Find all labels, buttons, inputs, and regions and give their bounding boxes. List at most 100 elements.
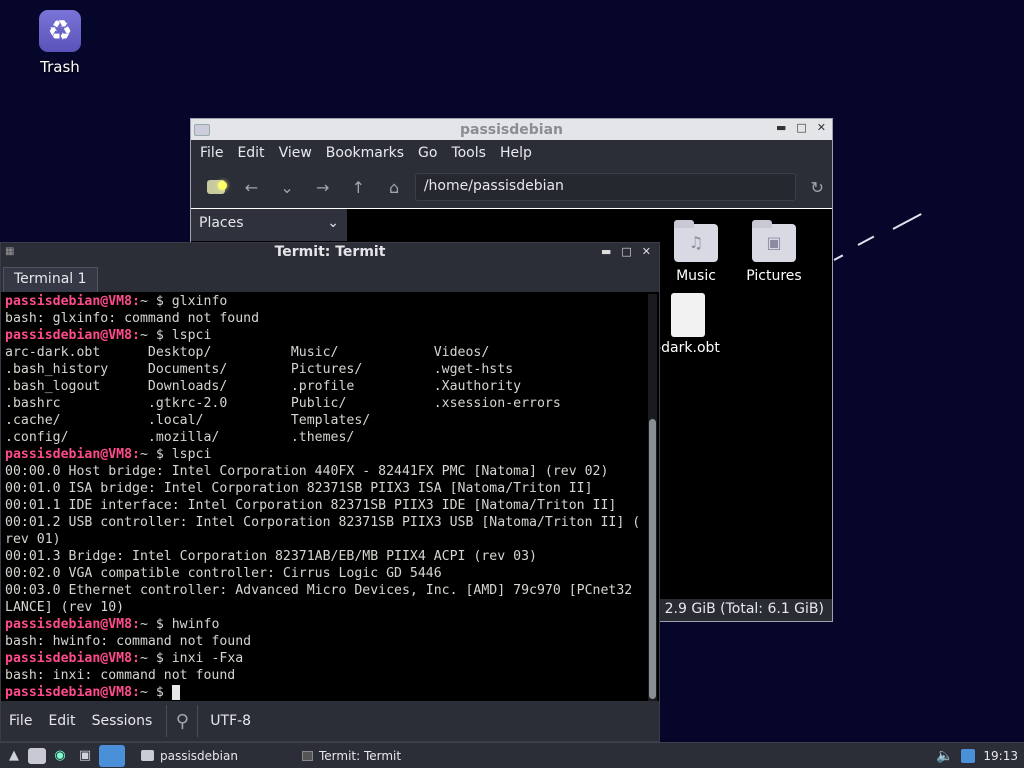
network-icon[interactable] (961, 748, 976, 763)
chevron-down-icon: ⌄ (280, 177, 294, 197)
terminal-line: 00:03.0 Ethernet controller: Advanced Mi… (5, 582, 643, 599)
search-button[interactable]: ⚲ (166, 705, 199, 737)
terminal-titlebar[interactable]: ▦ Termit: Termit ▬ □ ✕ (1, 243, 659, 264)
new-tab-button[interactable] (201, 172, 231, 202)
maximize-button[interactable]: □ (621, 245, 631, 258)
file-manager-launcher-icon[interactable] (28, 747, 46, 764)
reload-button[interactable]: ↻ (802, 172, 832, 202)
minimize-button[interactable]: ▬ (601, 245, 611, 258)
menu-edit[interactable]: Edit (230, 145, 271, 161)
home-icon: ⌂ (388, 177, 400, 197)
menubar: File Edit View Bookmarks Go Tools Help (191, 140, 832, 166)
tab-terminal-1[interactable]: Terminal 1 (3, 267, 98, 292)
terminal-line: 00:00.0 Host bridge: Intel Corporation 4… (5, 463, 643, 480)
terminal-line: passisdebian@VM8:~ $ lspci (5, 446, 643, 463)
task-label: Termit: Termit (318, 748, 402, 763)
terminal-line: 00:02.0 VGA compatible controller: Cirru… (5, 565, 643, 582)
system-tray: 🔈 19:13 (936, 748, 1024, 764)
terminal-line: bash: inxi: command not found (5, 667, 643, 684)
close-button[interactable]: ✕ (817, 121, 826, 134)
menu-help[interactable]: Help (493, 145, 539, 161)
terminal-line: 00:01.2 USB controller: Intel Corporatio… (5, 514, 643, 531)
terminal-line: passisdebian@VM8:~ $ (5, 684, 643, 701)
scrollbar-thumb[interactable] (649, 419, 656, 699)
terminal-output[interactable]: passisdebian@VM8: ~ $ glxinfo bash: glxinf… (1, 292, 647, 704)
wallpaper-line (857, 235, 875, 246)
terminal-line: bash: hwinfo: command not found (5, 633, 643, 650)
terminal-line: .config/ .mozilla/ .themes/ (5, 429, 643, 446)
line-text: ~ $ inxi -Fxa (139, 651, 244, 666)
workspace-switcher-icon[interactable] (99, 744, 125, 767)
app-menu-icon[interactable]: ▲ (3, 745, 25, 767)
menu-tools[interactable]: Tools (444, 145, 493, 161)
browser-launcher-icon[interactable]: ◉ (49, 745, 71, 767)
terminal-line: .bashrc .gtkrc-2.0 Public/ .xsession-err… (5, 395, 643, 412)
terminal-line: bash: glxinfo: command not found (5, 310, 643, 327)
task-terminal[interactable]: Termit: Termit (296, 745, 407, 767)
close-button[interactable]: ✕ (642, 245, 651, 258)
places-dropdown[interactable]: Places ⌄ (191, 209, 347, 241)
line-text: .bash_logout Downloads/ .profile .Xautho… (5, 379, 522, 394)
terminal-line: .bash_history Documents/ Pictures/ .wget… (5, 361, 643, 378)
line-text: 00:02.0 VGA compatible controller: Cirru… (5, 566, 442, 581)
prompt: passisdebian@VM8: (5, 447, 140, 462)
folder-item[interactable]: ♫ Music (651, 220, 741, 284)
prompt: passisdebian@VM8: (5, 328, 140, 343)
line-text: .config/ .mozilla/ .themes/ (5, 430, 355, 445)
terminal-line: 00:01.3 Bridge: Intel Corporation 82371A… (5, 548, 643, 565)
task-label: passisdebian (160, 748, 238, 763)
line-text: rev 01) (5, 532, 61, 547)
back-button[interactable]: ← (237, 172, 267, 202)
maximize-button[interactable]: □ (796, 121, 806, 134)
encoding-label[interactable]: UTF-8 (210, 713, 251, 729)
trash-icon: ♻ (39, 10, 81, 52)
line-text: LANCE] (rev 10) (5, 600, 125, 615)
line-text: ~ $ lspci (139, 328, 212, 343)
prompt: passisdebian@VM8: (5, 617, 140, 632)
menu-view[interactable]: View (272, 145, 319, 161)
search-icon: ⚲ (175, 710, 189, 732)
menu-edit[interactable]: Edit (40, 713, 83, 729)
address-bar[interactable]: /home/passisdebian (414, 173, 797, 201)
new-tab-icon (206, 180, 227, 194)
line-text: .cache/ .local/ Templates/ (5, 413, 371, 428)
menu-sessions[interactable]: Sessions (84, 713, 161, 729)
trash-label: Trash (40, 58, 80, 76)
terminal-menubar: File Edit Sessions ⚲ UTF-8 (1, 701, 659, 741)
item-label: Pictures (746, 268, 802, 284)
taskbar: ▲ ◉ ▣ passisdebian Termit: Termit 🔈 19:1… (0, 742, 1024, 768)
minimize-button[interactable]: ▬ (776, 121, 786, 134)
line-text: ~ $ hwinfo (139, 617, 220, 632)
terminal-line: 00:01.1 IDE interface: Intel Corporation… (5, 497, 643, 514)
menu-bookmarks[interactable]: Bookmarks (319, 145, 411, 161)
clock[interactable]: 19:13 (983, 749, 1018, 763)
arrow-right-icon: → (316, 177, 330, 197)
text-file-icon (671, 293, 705, 337)
window-title: Termit: Termit (274, 244, 386, 260)
wallpaper-line (892, 213, 922, 230)
up-button[interactable]: ↑ (344, 172, 374, 202)
menu-file[interactable]: File (1, 713, 40, 729)
scrollbar[interactable] (648, 294, 657, 702)
menu-go[interactable]: Go (411, 145, 444, 161)
task-file-manager[interactable]: passisdebian (135, 745, 244, 767)
folder-icon (141, 750, 154, 761)
arrow-left-icon: ← (244, 177, 259, 197)
show-desktop-icon[interactable]: ▣ (74, 745, 96, 767)
folder-item[interactable]: ▣ Pictures (729, 220, 819, 284)
text-cursor (171, 685, 180, 700)
menu-file[interactable]: File (193, 145, 230, 161)
line-text: ~ $ lspci (139, 447, 212, 462)
terminal-line: passisdebian@VM8:~ $ hwinfo (5, 616, 643, 633)
home-button[interactable]: ⌂ (379, 172, 409, 202)
desktop-trash[interactable]: ♻ Trash (24, 10, 96, 76)
line-text: 00:03.0 Ethernet controller: Advanced Mi… (5, 583, 633, 598)
file-manager-titlebar[interactable]: passisdebian ▬ □ ✕ (191, 119, 832, 140)
volume-icon[interactable]: 🔈 (936, 748, 953, 764)
line-text: 00:01.2 USB controller: Intel Corporatio… (5, 515, 641, 530)
history-button[interactable]: ⌄ (272, 172, 302, 202)
forward-button[interactable]: → (308, 172, 338, 202)
line-text: ~ $ glxinfo (139, 294, 228, 309)
line-text: bash: inxi: command not found (5, 668, 236, 683)
terminal-icon (301, 750, 313, 761)
